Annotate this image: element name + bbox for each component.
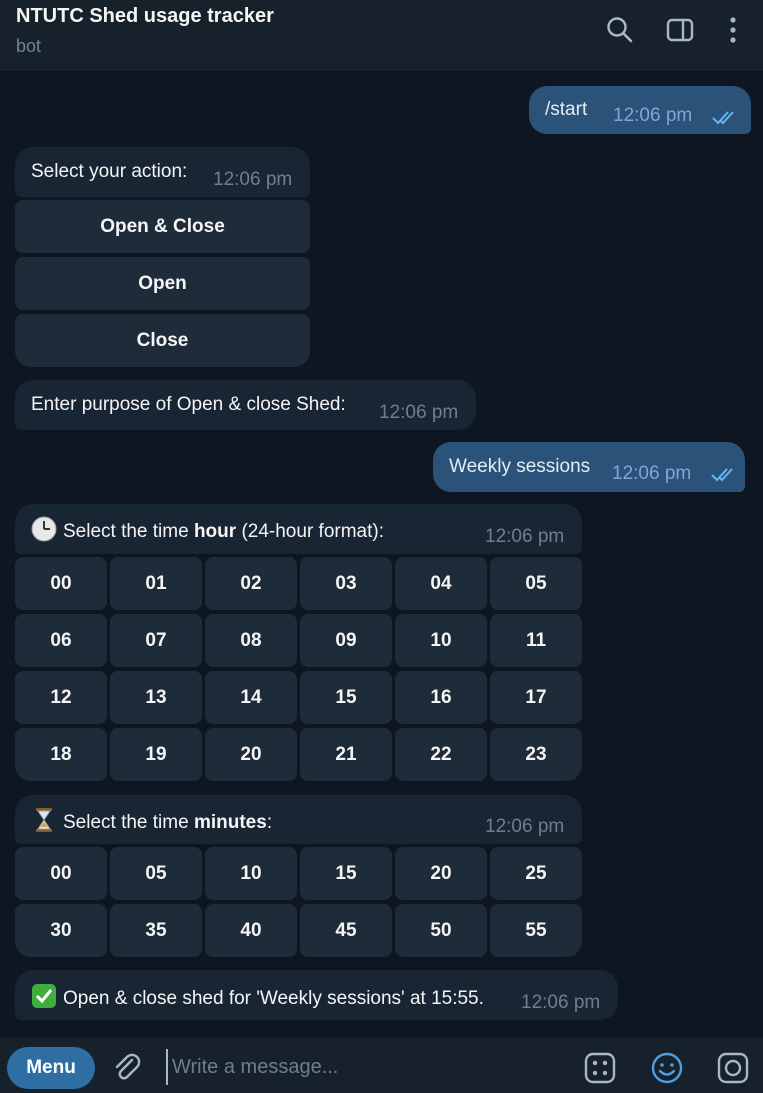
hour-button-19[interactable]: 19 (110, 728, 202, 781)
chat-subtitle: bot (16, 36, 42, 56)
hour-button-01[interactable]: 01 (110, 557, 202, 610)
minute-button-45[interactable]: 45 (300, 904, 392, 957)
confirmation-text: Open & close shed for 'Weekly sessions' … (63, 988, 484, 1009)
hour-button-16[interactable]: 16 (395, 671, 487, 724)
minute-button-25[interactable]: 25 (490, 847, 582, 900)
message-text: /start (545, 99, 588, 120)
minute-prompt-bold: minutes (193, 812, 267, 833)
hour-button-02[interactable]: 02 (205, 557, 297, 610)
hour-button-23[interactable]: 23 (490, 728, 582, 781)
hourglass-icon (36, 808, 52, 832)
hour-button-08[interactable]: 08 (205, 614, 297, 667)
hour-prompt-text-before: Select the time (63, 521, 194, 542)
incoming-message-confirmation: Open & close shed for 'Weekly sessions' … (15, 970, 618, 1020)
message-text: Weekly sessions (449, 456, 591, 477)
message-time: 12:06 pm (613, 105, 693, 126)
message-text: Enter purpose of Open & close Shed: (31, 394, 346, 415)
read-receipt-icon (712, 111, 734, 125)
incoming-message-purpose-prompt: Enter purpose of Open & close Shed: 12:0… (15, 380, 476, 430)
minute-button-30[interactable]: 30 (15, 904, 107, 957)
hour-button-04[interactable]: 04 (395, 557, 487, 610)
hour-button-11[interactable]: 11 (490, 614, 582, 667)
minute-button-05[interactable]: 05 (110, 847, 202, 900)
message-time: 12:06 pm (485, 816, 565, 837)
minute-prompt-text-after: : (266, 812, 273, 833)
attach-icon[interactable] (110, 1051, 144, 1085)
hour-button-21[interactable]: 21 (300, 728, 392, 781)
action-button-open-close[interactable]: Open & Close (15, 200, 310, 253)
hour-button-09[interactable]: 09 (300, 614, 392, 667)
hour-button-20[interactable]: 20 (205, 728, 297, 781)
hour-button-13[interactable]: 13 (110, 671, 202, 724)
message-text: Select the time hour (24-hour format): (31, 516, 384, 544)
hour-button-22[interactable]: 22 (395, 728, 487, 781)
action-button-open[interactable]: Open (15, 257, 310, 310)
outgoing-message-purpose: Weekly sessions 12:06 pm (433, 442, 745, 492)
sidebar-toggle-icon[interactable] (664, 14, 696, 46)
hour-button-03[interactable]: 03 (300, 557, 392, 610)
incoming-message-select-action: Select your action: 12:06 pm (15, 147, 310, 197)
incoming-message-minute-prompt: Select the time minutes: 12:06 pm (15, 795, 582, 844)
message-text: Select the time minutes: (31, 807, 272, 835)
hour-prompt-bold: hour (193, 521, 237, 542)
more-vertical-icon[interactable] (717, 14, 749, 46)
chat-window: NTUTC Shed usage tracker bot /start 12:0… (0, 0, 763, 1093)
search-icon[interactable] (604, 14, 636, 46)
message-time: 12:06 pm (379, 402, 459, 423)
minute-button-20[interactable]: 20 (395, 847, 487, 900)
message-input[interactable] (166, 1049, 546, 1085)
hour-button-10[interactable]: 10 (395, 614, 487, 667)
hour-button-15[interactable]: 15 (300, 671, 392, 724)
minute-prompt-text-before: Select the time (63, 812, 194, 833)
hour-button-07[interactable]: 07 (110, 614, 202, 667)
minute-button-10[interactable]: 10 (205, 847, 297, 900)
hour-button-06[interactable]: 06 (15, 614, 107, 667)
outgoing-message-start: /start 12:06 pm (529, 86, 751, 134)
message-text: Open & close shed for 'Weekly sessions' … (31, 983, 484, 1011)
hour-button-17[interactable]: 17 (490, 671, 582, 724)
check-mark-icon (32, 984, 56, 1008)
minute-button-40[interactable]: 40 (205, 904, 297, 957)
minute-button-15[interactable]: 15 (300, 847, 392, 900)
message-composer: Menu (0, 1037, 763, 1093)
hour-button-12[interactable]: 12 (15, 671, 107, 724)
read-receipt-icon (711, 468, 733, 482)
hour-button-18[interactable]: 18 (15, 728, 107, 781)
message-time: 12:06 pm (521, 992, 601, 1013)
minute-button-55[interactable]: 55 (490, 904, 582, 957)
message-time: 12:06 pm (213, 169, 293, 190)
hour-button-00[interactable]: 00 (15, 557, 107, 610)
minute-button-50[interactable]: 50 (395, 904, 487, 957)
minute-button-00[interactable]: 00 (15, 847, 107, 900)
menu-button[interactable]: Menu (7, 1047, 95, 1089)
message-time: 12:06 pm (485, 526, 565, 547)
hour-button-14[interactable]: 14 (205, 671, 297, 724)
chat-header: NTUTC Shed usage tracker bot (0, 0, 763, 72)
clock-icon (31, 516, 57, 542)
emoji-icon[interactable] (650, 1051, 684, 1085)
incoming-message-hour-prompt: Select the time hour (24-hour format): 1… (15, 504, 582, 554)
hour-prompt-text-after: (24-hour format): (236, 521, 384, 542)
message-text: Select your action: (31, 161, 188, 182)
camera-icon[interactable] (716, 1051, 750, 1085)
bot-commands-icon[interactable] (583, 1051, 617, 1085)
action-button-close[interactable]: Close (15, 314, 310, 367)
chat-title[interactable]: NTUTC Shed usage tracker (16, 5, 274, 28)
minute-button-35[interactable]: 35 (110, 904, 202, 957)
message-time: 12:06 pm (612, 463, 692, 484)
hour-button-05[interactable]: 05 (490, 557, 582, 610)
